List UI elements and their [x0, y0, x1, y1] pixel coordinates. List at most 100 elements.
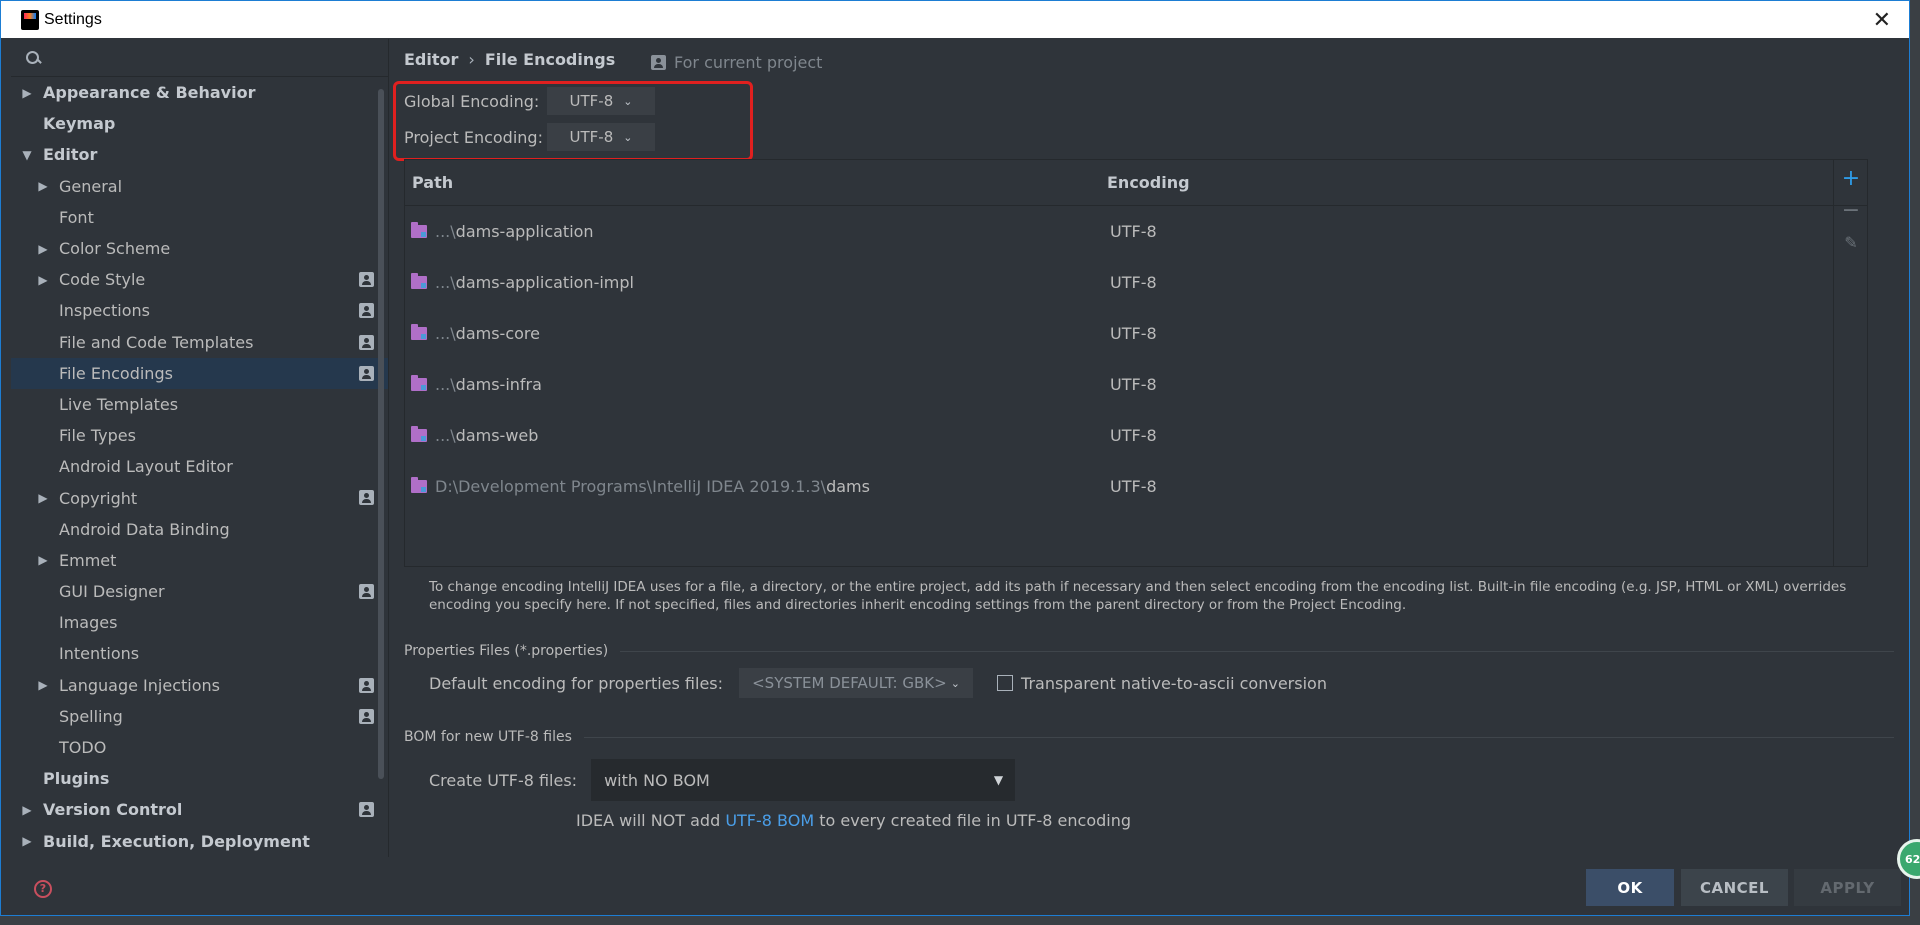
sidebar-item[interactable]: ▼ Editor	[11, 139, 388, 170]
sidebar-item[interactable]: File Encodings	[11, 357, 388, 389]
sidebar-item[interactable]: File Types	[11, 420, 388, 451]
collapsed-arrow-icon[interactable]: ▶	[37, 179, 49, 193]
properties-default-label: Default encoding for properties files:	[429, 673, 724, 693]
edit-icon[interactable]: ✎	[1834, 226, 1868, 258]
path-cell: ...\ dams-web	[405, 426, 1107, 445]
transparent-conversion-checkbox[interactable]	[997, 675, 1014, 691]
path-name: dams	[826, 477, 870, 496]
properties-encoding-dropdown[interactable]: <SYSTEM DEFAULT: GBK> ⌄	[739, 668, 974, 698]
path-prefix: ...\	[435, 375, 456, 394]
apply-button[interactable]: APPLY	[1794, 869, 1901, 906]
bom-dropdown[interactable]: with NO BOM ▼	[591, 759, 1016, 801]
collapsed-arrow-icon[interactable]: ▶	[21, 86, 33, 100]
properties-encoding-row: Default encoding for properties files: <…	[429, 668, 1327, 698]
project-scope-icon	[359, 677, 374, 693]
sidebar-item[interactable]: Spelling	[11, 701, 388, 732]
cancel-button[interactable]: CANCEL	[1681, 869, 1788, 906]
add-icon[interactable]: +	[1834, 162, 1868, 194]
sidebar-item[interactable]: ▶ Build, Execution, Deployment	[11, 826, 388, 857]
sidebar-scrollbar[interactable]	[378, 89, 384, 779]
table-row[interactable]: ...\ dams-application UTF-8	[405, 206, 1867, 257]
sidebar-item-label: Build, Execution, Deployment	[43, 831, 310, 851]
properties-encoding-value: <SYSTEM DEFAULT: GBK>	[752, 674, 947, 692]
sidebar-item[interactable]: Plugins	[11, 763, 388, 794]
project-scope-icon	[359, 802, 374, 818]
collapsed-arrow-icon[interactable]: ▶	[21, 834, 33, 848]
encoding-cell[interactable]: UTF-8	[1107, 324, 1157, 343]
path-prefix: ...\	[435, 426, 456, 445]
collapsed-arrow-icon[interactable]: ▶	[37, 553, 49, 567]
sidebar-item[interactable]: ▶ Color Scheme	[11, 233, 388, 264]
sidebar-item-label: File Types	[59, 426, 136, 446]
column-header-path[interactable]: Path	[405, 173, 1107, 192]
properties-section-label: Properties Files (*.properties)	[404, 643, 609, 659]
sidebar-item[interactable]: Android Layout Editor	[11, 451, 388, 482]
sidebar-item-label: TODO	[59, 738, 107, 758]
module-folder-icon	[411, 324, 427, 340]
sidebar-item[interactable]: Intentions	[11, 638, 388, 669]
sidebar-item-label: Language Injections	[59, 675, 220, 695]
sidebar-item-label: Color Scheme	[59, 239, 171, 259]
title-bar: Settings ✕	[1, 1, 1909, 38]
collapsed-arrow-icon[interactable]: ▶	[37, 273, 49, 287]
breadcrumb-parent[interactable]: Editor	[404, 50, 458, 69]
utf8-bom-link[interactable]: UTF-8 BOM	[725, 811, 814, 830]
help-icon[interactable]: ?	[34, 880, 52, 898]
sidebar-item-label: File and Code Templates	[59, 332, 254, 352]
sidebar-item[interactable]: Keymap	[11, 108, 388, 139]
collapsed-arrow-icon[interactable]: ▶	[37, 678, 49, 692]
table-row[interactable]: ...\ dams-application-impl UTF-8	[405, 257, 1867, 308]
sidebar-item-label: Spelling	[59, 706, 123, 726]
encoding-cell[interactable]: UTF-8	[1107, 273, 1157, 292]
sidebar-item[interactable]: ▶ Code Style	[11, 264, 388, 295]
collapsed-arrow-icon[interactable]: ▶	[21, 803, 33, 817]
table-row[interactable]: ...\ dams-core UTF-8	[405, 308, 1867, 359]
sidebar-item-label: Intentions	[59, 644, 140, 664]
remove-icon[interactable]: −	[1834, 194, 1868, 226]
sidebar-item[interactable]: ▶ Emmet	[11, 545, 388, 576]
encoding-cell[interactable]: UTF-8	[1107, 426, 1157, 445]
ok-button[interactable]: OK	[1586, 869, 1674, 906]
table-row[interactable]: ...\ dams-web UTF-8	[405, 410, 1867, 461]
chevron-down-icon: ⌄	[950, 676, 960, 690]
section-divider	[620, 650, 1894, 652]
sidebar-item[interactable]: TODO	[11, 732, 388, 763]
project-scope-icon	[359, 303, 374, 319]
sidebar-item[interactable]: Android Data Binding	[11, 514, 388, 545]
path-prefix: ...\	[435, 222, 456, 241]
sidebar-item-label: Live Templates	[59, 394, 179, 414]
sidebar-item[interactable]: File and Code Templates	[11, 327, 388, 358]
path-cell: ...\ dams-core	[405, 324, 1107, 343]
sidebar-item-label: Keymap	[43, 114, 116, 134]
transparent-conversion-label[interactable]: Transparent native-to-ascii conversion	[1021, 674, 1327, 693]
encoding-cell[interactable]: UTF-8	[1107, 222, 1157, 241]
settings-search-input[interactable]	[11, 39, 388, 77]
column-header-encoding[interactable]: Encoding	[1107, 173, 1190, 192]
project-scope-icon	[651, 55, 666, 70]
sidebar-item[interactable]: ▶ Version Control	[11, 794, 388, 825]
table-row[interactable]: D:\Development Programs\IntelliJ IDEA 20…	[405, 461, 1867, 512]
bom-note-prefix: IDEA will NOT add	[576, 811, 726, 830]
collapsed-arrow-icon[interactable]: ▶	[37, 242, 49, 256]
encoding-cell[interactable]: UTF-8	[1107, 477, 1157, 496]
annotation-highlight-box	[393, 81, 753, 161]
encoding-cell[interactable]: UTF-8	[1107, 375, 1157, 394]
sidebar-item[interactable]: ▶ Appearance & Behavior	[11, 77, 388, 108]
sidebar-item[interactable]: Font	[11, 202, 388, 233]
sidebar-item[interactable]: ▶ Language Injections	[11, 670, 388, 701]
breadcrumb: Editor › File Encodings	[404, 50, 615, 69]
bom-row: Create UTF-8 files: with NO BOM ▼	[429, 759, 1016, 801]
sidebar-item[interactable]: ▶ General	[11, 171, 388, 202]
sidebar-item[interactable]: ▶ Copyright	[11, 482, 388, 513]
sidebar-item[interactable]: Live Templates	[11, 389, 388, 420]
expanded-arrow-icon[interactable]: ▼	[21, 148, 33, 162]
sidebar-item[interactable]: Inspections	[11, 295, 388, 326]
path-prefix: ...\	[435, 324, 456, 343]
sidebar-item[interactable]: Images	[11, 607, 388, 638]
section-divider	[583, 736, 1894, 738]
close-icon[interactable]: ✕	[1873, 7, 1891, 33]
sidebar-item[interactable]: GUI Designer	[11, 576, 388, 607]
module-folder-icon	[411, 273, 427, 289]
collapsed-arrow-icon[interactable]: ▶	[37, 491, 49, 505]
table-row[interactable]: ...\ dams-infra UTF-8	[405, 359, 1867, 410]
